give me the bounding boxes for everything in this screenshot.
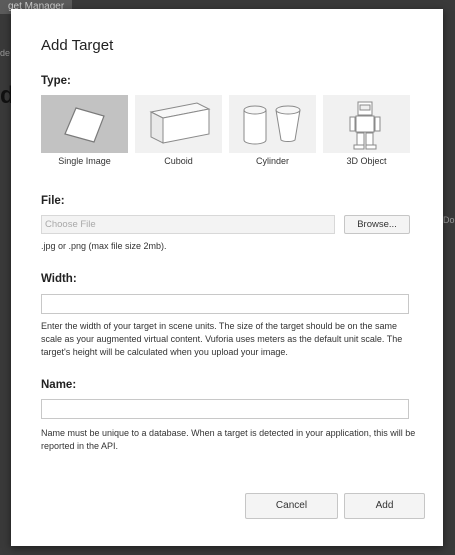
cuboid-icon [149, 102, 211, 144]
file-label: File: [41, 195, 65, 207]
type-option-label: Cuboid [164, 156, 193, 166]
type-label: Type: [41, 75, 71, 87]
target-type-selector: Single Image Cuboid Cylinder 3D Object [41, 95, 410, 171]
width-input[interactable] [41, 294, 409, 314]
file-hint: .jpg or .png (max file size 2mb). [41, 241, 167, 251]
width-hint: Enter the width of your target in scene … [41, 321, 403, 357]
browse-button[interactable]: Browse... [344, 215, 410, 234]
width-label: Width: [41, 273, 77, 285]
type-option-label: Cylinder [255, 156, 289, 166]
type-option-cylinder[interactable] [229, 95, 316, 153]
type-option-cuboid[interactable] [135, 95, 222, 153]
background-fragment: de [0, 48, 11, 58]
add-button[interactable]: Add [344, 493, 425, 519]
type-option-3d-object[interactable] [323, 95, 410, 153]
name-label: Name: [41, 379, 77, 391]
background-fragment-right: Do [443, 215, 455, 225]
type-option-single-image[interactable] [41, 95, 128, 153]
file-path-input[interactable]: Choose File [41, 215, 335, 234]
cancel-button[interactable]: Cancel [245, 493, 338, 519]
type-option-label: 3D Object [346, 156, 387, 166]
dialog-title: Add Target [41, 37, 114, 54]
type-option-label: Single Image [58, 156, 111, 166]
single-image-icon [64, 107, 105, 143]
add-target-dialog: Add Target Type: Single Image Cuboid Cyl… [11, 9, 443, 546]
name-input[interactable] [41, 399, 409, 419]
name-hint: Name must be unique to a database. When … [41, 428, 416, 451]
3d-object-icon [349, 101, 381, 150]
cylinder-icon [243, 105, 301, 145]
